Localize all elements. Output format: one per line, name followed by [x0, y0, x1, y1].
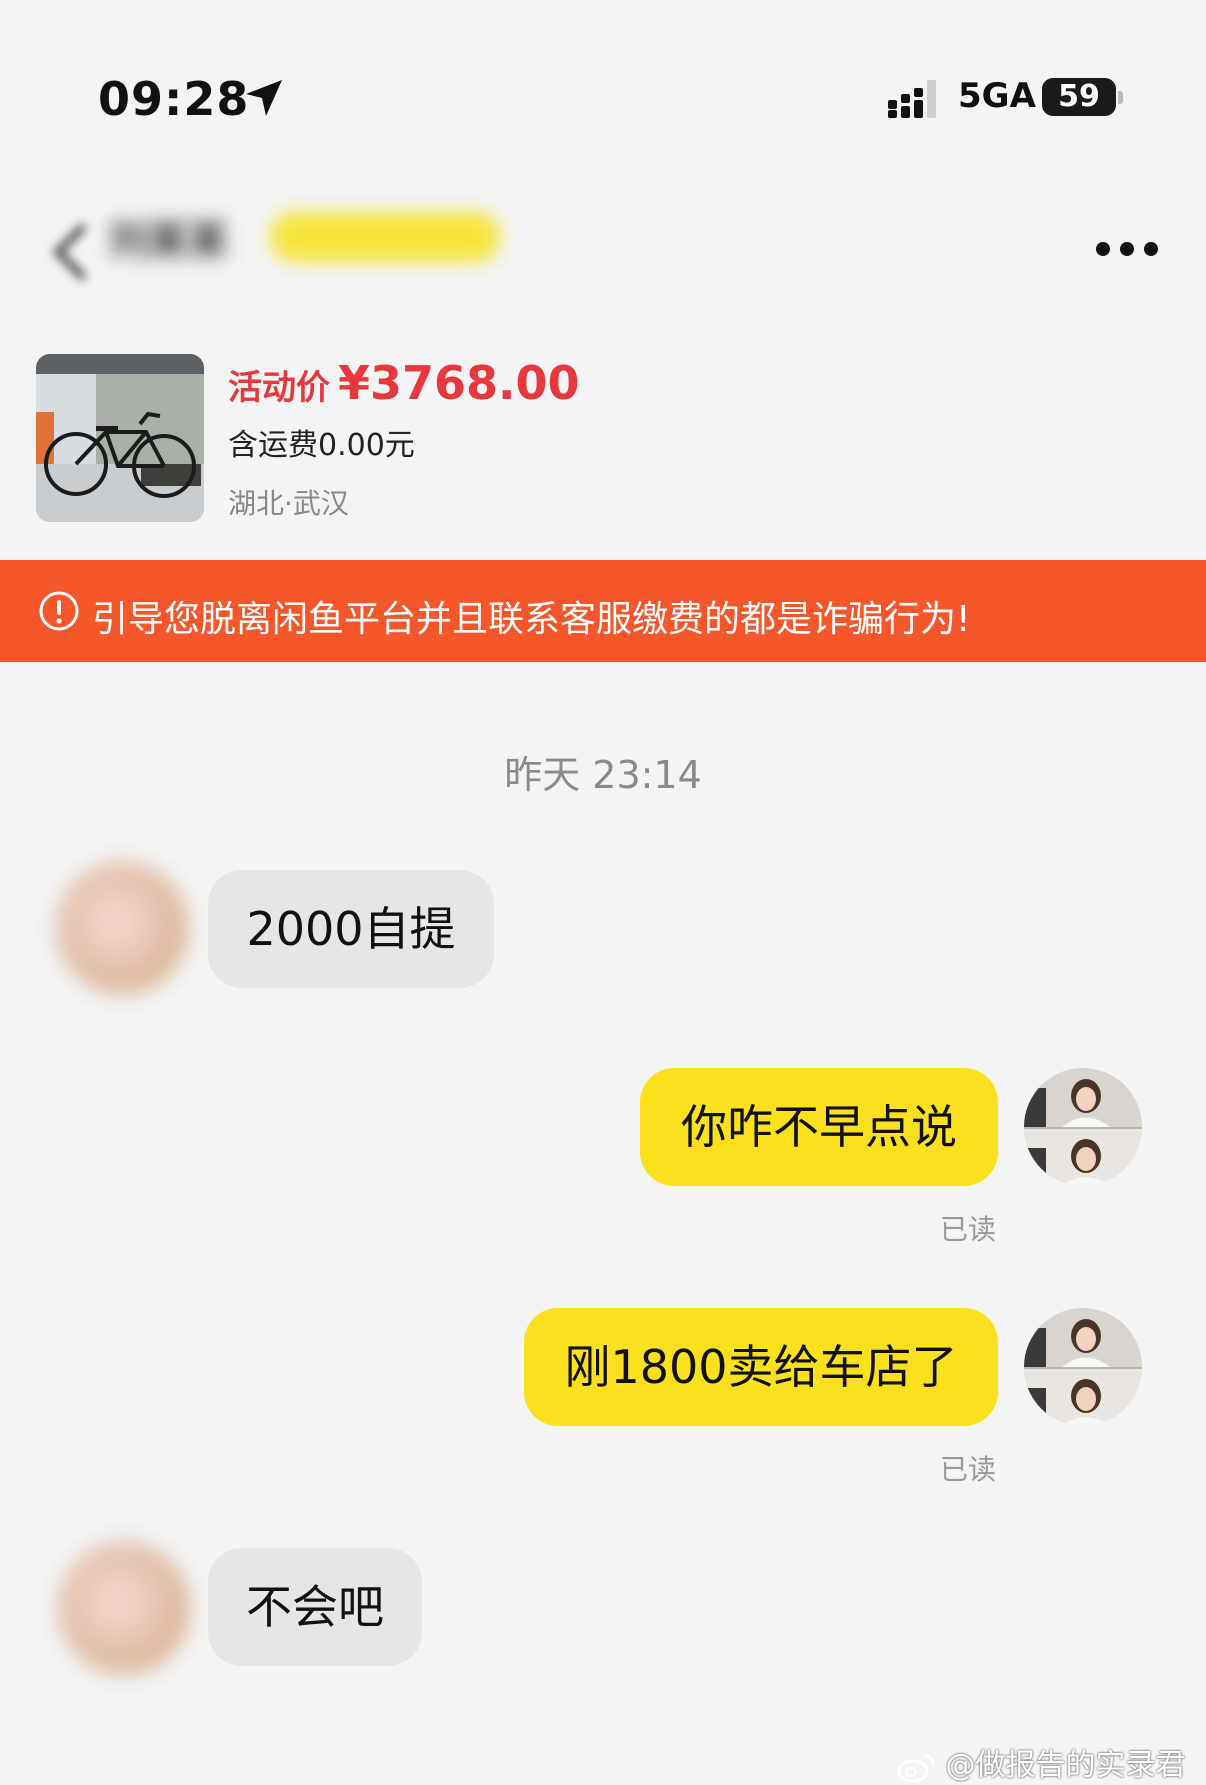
seller-avatar[interactable]: [58, 1542, 190, 1674]
message-bubble[interactable]: 不会吧: [208, 1548, 422, 1666]
battery-icon: 59: [1042, 78, 1116, 116]
seller-name[interactable]: 刘某某: [108, 208, 228, 266]
fraud-warning-banner: 引导您脱离闲鱼平台并且联系客服缴费的都是诈骗行为!: [0, 560, 1206, 662]
signal-icon: [888, 80, 936, 118]
user-avatar-photo: [1024, 1308, 1142, 1426]
read-status: 已读: [940, 1453, 997, 1486]
user-avatar[interactable]: [1024, 1068, 1142, 1186]
more-icon[interactable]: [1096, 242, 1160, 258]
chat-timestamp: 昨天 23:14: [504, 753, 702, 797]
status-time: 09:28: [98, 72, 250, 126]
product-price: 活动价 ¥3768.00: [228, 356, 580, 410]
watermark: @做报告的实录君: [896, 1740, 1186, 1784]
seller-badge: [270, 212, 500, 262]
user-avatar-photo: [1024, 1068, 1142, 1186]
network-label: 5GA: [958, 76, 1036, 116]
warning-icon: [39, 591, 79, 631]
seller-avatar[interactable]: [56, 862, 188, 994]
status-bar: 09:28 5GA 59: [0, 0, 1206, 170]
user-avatar[interactable]: [1024, 1308, 1142, 1426]
price-value: ¥3768.00: [338, 356, 580, 410]
bicycle-photo: [36, 354, 204, 522]
price-label: 活动价: [228, 368, 330, 408]
warning-text: 引导您脱离闲鱼平台并且联系客服缴费的都是诈骗行为!: [92, 599, 971, 640]
message-bubble[interactable]: 2000自提: [208, 870, 494, 988]
battery-tip: [1118, 91, 1123, 104]
back-icon[interactable]: [50, 222, 90, 282]
watermark-text: @做报告的实录君: [945, 1748, 1186, 1783]
message-bubble[interactable]: 刚1800卖给车店了: [524, 1308, 998, 1426]
read-status: 已读: [940, 1213, 997, 1246]
product-location: 湖北·武汉: [228, 487, 349, 520]
shipping-info: 含运费0.00元: [228, 428, 415, 463]
message-bubble[interactable]: 你咋不早点说: [640, 1068, 998, 1186]
product-thumbnail[interactable]: [36, 354, 204, 522]
battery-level: 59: [1058, 79, 1100, 114]
weibo-icon: [897, 1753, 935, 1782]
location-arrow-icon: [246, 80, 282, 116]
